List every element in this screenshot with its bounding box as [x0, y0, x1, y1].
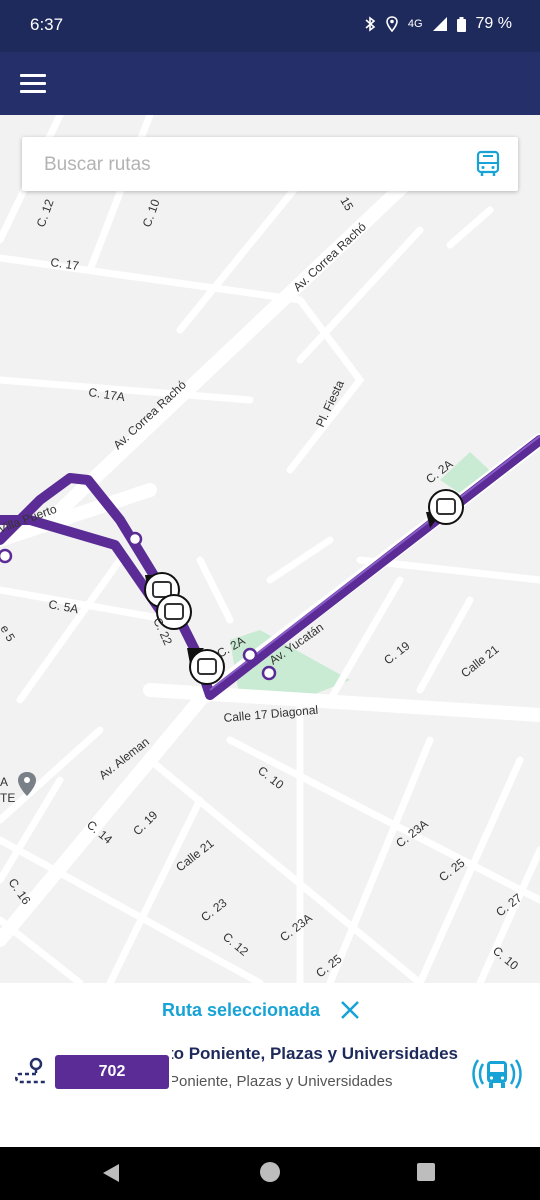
- route-subtitle-container: Poniente, Plazas y Universidades: [172, 1073, 458, 1095]
- bluetooth-icon: [365, 16, 376, 32]
- close-icon[interactable]: [338, 998, 362, 1022]
- live-bus-icon[interactable]: [470, 1054, 524, 1094]
- status-icons: 4G 79 %: [364, 15, 512, 33]
- route-name: Circuito Poniente, Plazas y Universidade…: [172, 1044, 458, 1063]
- map-canvas[interactable]: C. 12 C. 10 15 C. 17 Av. Correa Rachó Av…: [0, 115, 540, 983]
- menu-button[interactable]: [18, 69, 48, 99]
- map-view[interactable]: C. 12 C. 10 15 C. 17 Av. Correa Rachó Av…: [0, 115, 540, 983]
- route-subtitle: Poniente, Plazas y Universidades: [172, 1073, 393, 1090]
- search-input[interactable]: [42, 137, 466, 193]
- stop-marker[interactable]: [127, 531, 143, 547]
- poi-label: TE: [0, 791, 15, 805]
- stop-marker[interactable]: [261, 665, 277, 681]
- back-icon[interactable]: [101, 1162, 121, 1184]
- location-icon: [386, 16, 398, 32]
- status-bar: 6:37 4G 79 %: [0, 0, 540, 52]
- menu-icon-line: [20, 90, 46, 93]
- panel-title: Ruta seleccionada: [162, 1000, 321, 1020]
- search-bar: [22, 137, 518, 193]
- home-icon[interactable]: [260, 1162, 280, 1182]
- menu-icon-line: [20, 82, 46, 85]
- battery-level: 79 %: [475, 15, 512, 32]
- bus-icon[interactable]: [474, 150, 502, 178]
- menu-icon: [20, 74, 46, 77]
- route-number-badge[interactable]: 702: [55, 1055, 169, 1089]
- signal-icon: [432, 17, 447, 31]
- route-pin-icon: [15, 1057, 46, 1084]
- status-time: 6:37: [30, 15, 64, 34]
- stop-marker[interactable]: [0, 548, 13, 564]
- battery-icon: [456, 16, 466, 32]
- app-bar: [0, 52, 540, 115]
- network-type: 4G: [407, 18, 423, 30]
- route-name-container: Circuito Poniente, Plazas y Universidade…: [172, 1044, 458, 1068]
- recent-apps-icon[interactable]: [417, 1163, 435, 1181]
- poi-label: A: [0, 775, 8, 789]
- stop-marker[interactable]: [242, 647, 258, 663]
